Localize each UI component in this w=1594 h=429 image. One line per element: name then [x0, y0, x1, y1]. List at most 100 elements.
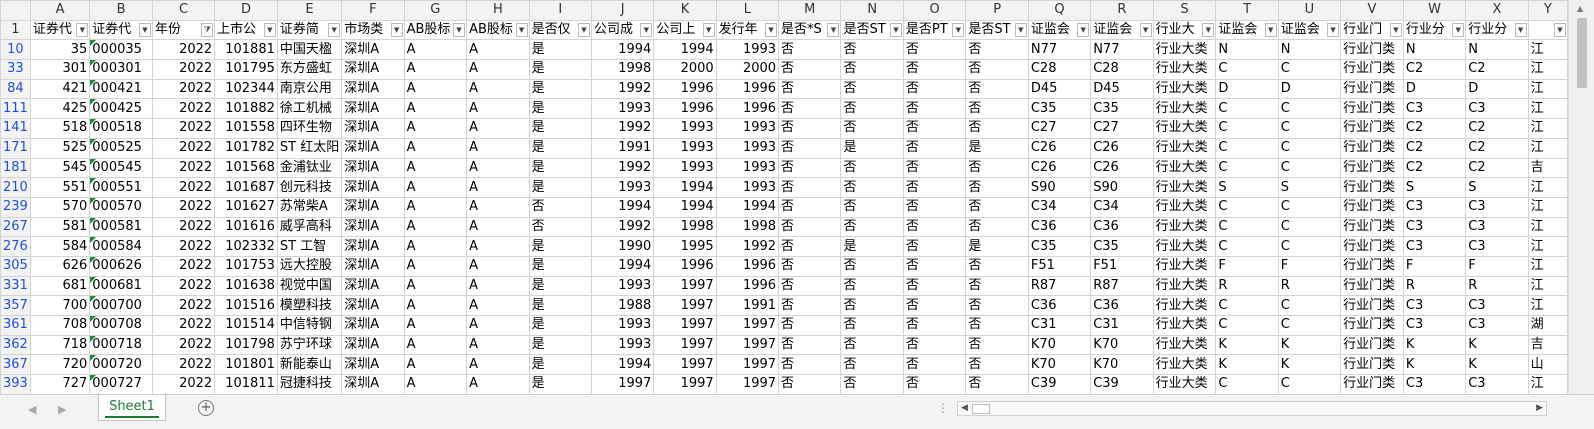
cell-u[interactable]: C	[1277, 157, 1342, 179]
column-header-n[interactable]: N	[840, 0, 904, 21]
cell-f[interactable]: 深圳A	[341, 216, 405, 238]
row-header[interactable]: 357	[0, 295, 31, 316]
cell-d[interactable]: 101798	[214, 334, 278, 356]
cell-h[interactable]: A	[466, 216, 530, 238]
cell-q[interactable]: C35	[1027, 236, 1092, 257]
cell-k[interactable]: 1996	[653, 78, 717, 100]
cell-u[interactable]: C	[1277, 216, 1342, 238]
vertical-scrollbar[interactable]: ▲	[1568, 0, 1594, 394]
spreadsheet-grid[interactable]: ABCDEFGHIJKLMNOPQRSTUVWXY 1 证券代 ▼ 证券代 ▼ 年份 ⧩ 上市…	[0, 0, 1568, 394]
cell-g[interactable]: A	[403, 137, 468, 159]
cell-j[interactable]: 1994	[590, 255, 655, 277]
prev-sheet-arrow-icon[interactable]: ◀	[28, 403, 36, 416]
cell-u[interactable]: F	[1277, 255, 1342, 277]
cell-g[interactable]: A	[403, 196, 468, 218]
header-cell[interactable]: 上市公 ▼	[214, 19, 278, 41]
cell-c[interactable]: 2022	[151, 137, 216, 159]
cell-t[interactable]: C	[1215, 216, 1279, 238]
filter-dropdown-icon[interactable]: ▼	[640, 22, 653, 37]
cell-o[interactable]: 否	[902, 39, 967, 61]
cell-m[interactable]: 否	[778, 118, 842, 139]
column-header-i[interactable]: I	[528, 0, 592, 21]
cell-u[interactable]: C	[1277, 374, 1342, 394]
cell-c[interactable]: 2022	[151, 157, 216, 179]
filter-dropdown-icon[interactable]: ▼	[328, 22, 341, 37]
cell-t[interactable]: C	[1215, 157, 1279, 179]
cell-g[interactable]: A	[403, 157, 468, 179]
cell-b[interactable]: 000581	[89, 216, 153, 238]
cell-p[interactable]: 否	[965, 216, 1029, 238]
cell-p[interactable]: 是	[965, 236, 1029, 257]
header-cell[interactable]: 行业分 ▼	[1402, 19, 1467, 41]
column-header-b[interactable]: B	[89, 0, 153, 21]
cell-m[interactable]: 否	[778, 295, 842, 316]
plus-circle-icon[interactable]: +	[198, 400, 214, 416]
cell-v[interactable]: 行业门类	[1340, 236, 1404, 257]
cell-d[interactable]: 101568	[214, 157, 278, 179]
cell-o[interactable]: 否	[902, 255, 967, 277]
row-header[interactable]: 276	[0, 236, 31, 257]
cell-l[interactable]: 1994	[715, 196, 780, 218]
cell-k[interactable]: 1998	[653, 216, 717, 238]
cell-o[interactable]: 否	[902, 216, 967, 238]
cell-e[interactable]: 徐工机械	[276, 98, 343, 120]
cell-u[interactable]: C	[1277, 137, 1342, 159]
cell-b[interactable]: 000518	[89, 118, 153, 139]
cell-x[interactable]: C3	[1465, 196, 1529, 218]
cell-q[interactable]: C27	[1027, 118, 1092, 139]
cell-w[interactable]: C3	[1402, 196, 1467, 218]
cell-b[interactable]: 000425	[89, 98, 153, 120]
cell-d[interactable]: 101882	[214, 98, 278, 120]
cell-p[interactable]: 否	[965, 315, 1029, 336]
cell-i[interactable]: 是	[528, 374, 592, 394]
cell-b[interactable]: 000570	[89, 196, 153, 218]
cell-u[interactable]: C	[1277, 98, 1342, 120]
cell-d[interactable]: 101795	[214, 59, 278, 80]
cell-w[interactable]: K	[1402, 334, 1467, 356]
cell-e[interactable]: 东方盛虹	[276, 59, 343, 80]
cell-j[interactable]: 1992	[590, 157, 655, 179]
cell-k[interactable]: 1993	[653, 137, 717, 159]
cell-o[interactable]: 否	[902, 295, 967, 316]
cell-u[interactable]: R	[1277, 275, 1342, 297]
cell-a[interactable]: 518	[29, 118, 91, 139]
cell-s[interactable]: 行业大类	[1152, 157, 1217, 179]
header-cell[interactable]: 公司上 ▼	[653, 19, 717, 41]
cell-n[interactable]: 否	[840, 39, 904, 61]
cell-n[interactable]: 否	[840, 374, 904, 394]
cell-n[interactable]: 否	[840, 177, 904, 198]
cell-a[interactable]: 581	[29, 216, 91, 238]
header-cell[interactable]: 证监会 ▼	[1277, 19, 1342, 41]
cell-j[interactable]: 1990	[590, 236, 655, 257]
cell-e[interactable]: 模塑科技	[276, 295, 343, 316]
cell-i[interactable]: 是	[528, 295, 592, 316]
cell-s[interactable]: 行业大类	[1152, 78, 1217, 100]
cell-o[interactable]: 否	[902, 137, 967, 159]
cell-o[interactable]: 否	[902, 157, 967, 179]
cell-x[interactable]: K	[1465, 354, 1529, 376]
cell-i[interactable]: 是	[528, 255, 592, 277]
cell-x[interactable]: F	[1465, 255, 1529, 277]
column-header-c[interactable]: C	[151, 0, 216, 21]
cell-t[interactable]: N	[1215, 39, 1279, 61]
cell-p[interactable]: 否	[965, 78, 1029, 100]
worksheet-table[interactable]: ABCDEFGHIJKLMNOPQRSTUVWXY 1 证券代 ▼ 证券代 ▼ 年份 ⧩ 上市…	[0, 0, 1568, 394]
cell-n[interactable]: 否	[840, 78, 904, 100]
cell-v[interactable]: 行业门类	[1340, 255, 1404, 277]
header-cell[interactable]: 行业门 ▼	[1340, 19, 1404, 41]
cell-c[interactable]: 2022	[151, 118, 216, 139]
cell-w[interactable]: C3	[1402, 216, 1467, 238]
column-header-a[interactable]: A	[29, 0, 91, 21]
cell-a[interactable]: 551	[29, 177, 91, 198]
cell-y[interactable]: 江	[1527, 177, 1568, 198]
cell-q[interactable]: S90	[1027, 177, 1092, 198]
cell-x[interactable]: C2	[1465, 59, 1529, 80]
cell-m[interactable]: 否	[778, 216, 842, 238]
cell-w[interactable]: C3	[1402, 295, 1467, 316]
column-header-p[interactable]: P	[965, 0, 1029, 21]
cell-g[interactable]: A	[403, 315, 468, 336]
cell-v[interactable]: 行业门类	[1340, 334, 1404, 356]
column-header-x[interactable]: X	[1465, 0, 1529, 21]
cell-s[interactable]: 行业大类	[1152, 315, 1217, 336]
cell-k[interactable]: 1993	[653, 118, 717, 139]
